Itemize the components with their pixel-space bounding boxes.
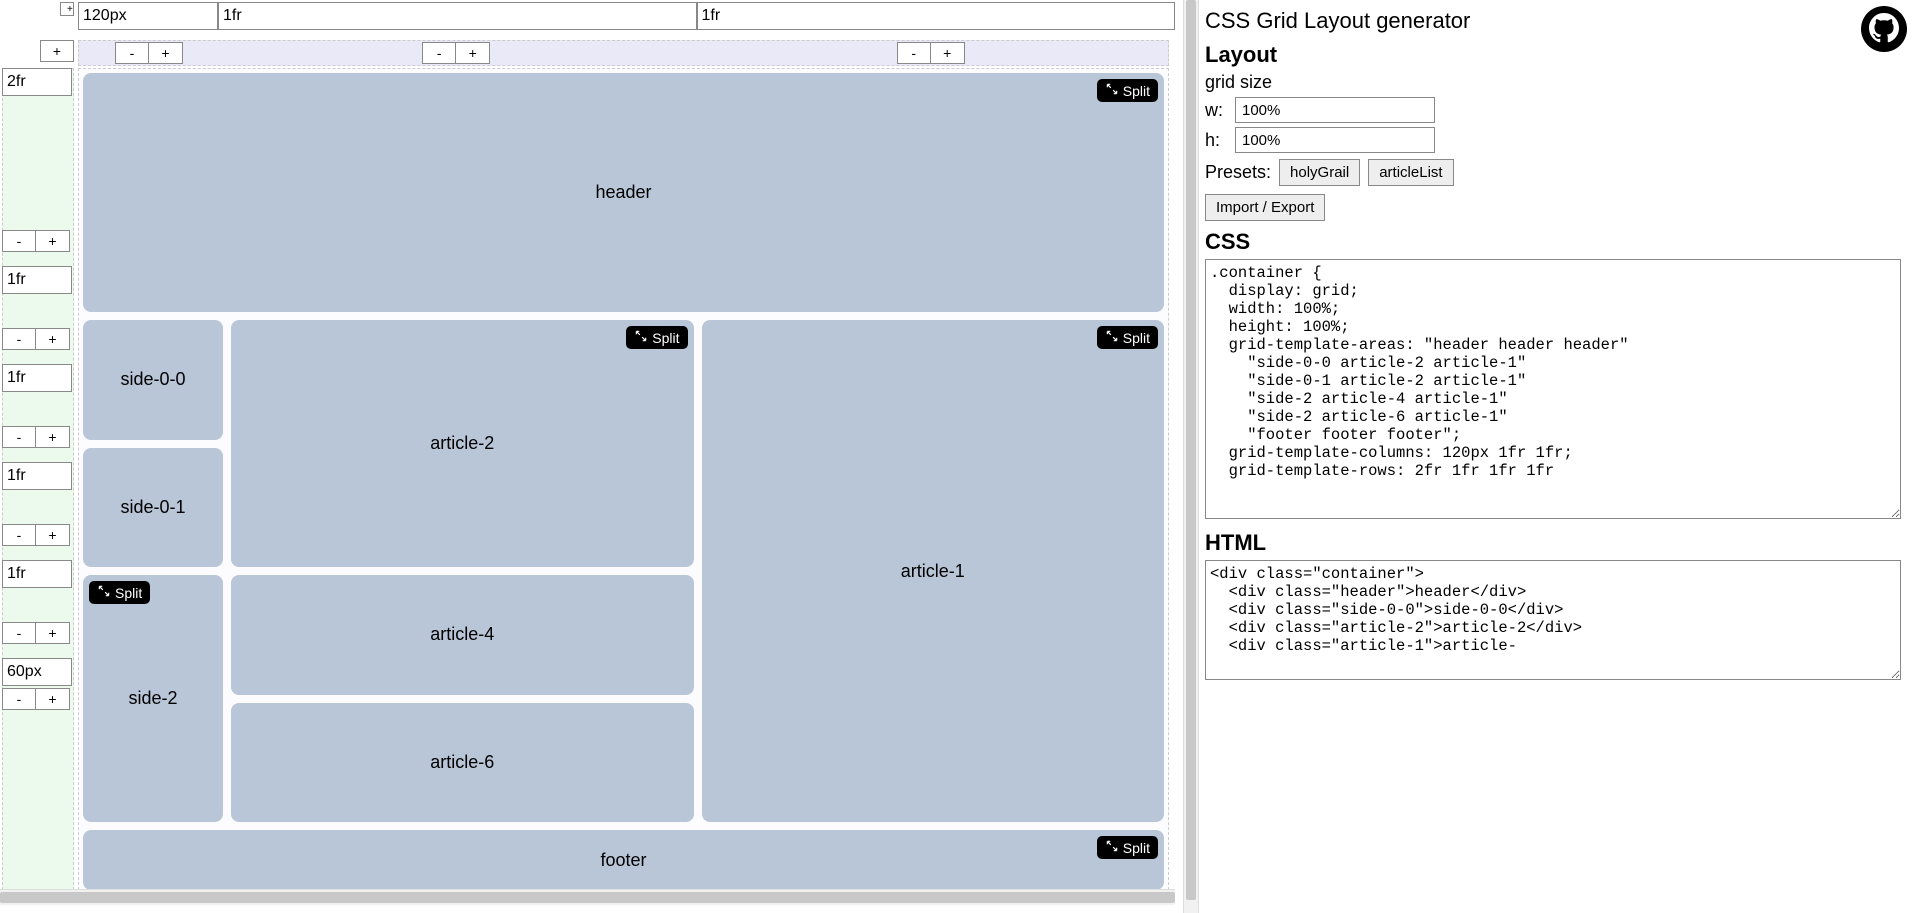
col-1-remove-button[interactable]: -	[422, 42, 456, 64]
row-1-remove-button[interactable]: -	[2, 328, 36, 350]
row-2-remove-button[interactable]: -	[2, 426, 36, 448]
area-side-0-1-label: side-0-1	[120, 497, 185, 518]
side-panel: CSS Grid Layout generator Layout grid si…	[1199, 0, 1913, 913]
split-button-header[interactable]: Split	[1097, 79, 1158, 102]
split-button-article-1[interactable]: Split	[1097, 326, 1158, 349]
area-header[interactable]: header Split	[83, 73, 1164, 312]
col-size-input-0[interactable]	[78, 2, 218, 30]
row-size-input-2[interactable]	[2, 364, 72, 392]
row-size-input-5[interactable]	[2, 658, 72, 686]
column-size-row	[78, 2, 1175, 32]
split-icon	[1105, 82, 1119, 99]
row-size-input-0[interactable]	[2, 68, 72, 96]
split-label: Split	[1123, 83, 1150, 99]
col-0-remove-button[interactable]: -	[115, 42, 149, 64]
col-1-add-button[interactable]: +	[456, 42, 490, 64]
area-article-1-label: article-1	[901, 561, 965, 582]
area-footer[interactable]: footer Split	[83, 830, 1164, 890]
col-0-add-button[interactable]: +	[149, 42, 183, 64]
height-input[interactable]	[1235, 127, 1435, 153]
split-button-article-2[interactable]: Split	[626, 326, 687, 349]
row-5-add-button[interactable]: +	[36, 688, 70, 710]
preset-articlelist-button[interactable]: articleList	[1368, 159, 1453, 186]
width-label: w:	[1205, 100, 1229, 121]
row-4-add-button[interactable]: +	[36, 622, 70, 644]
github-icon	[1869, 13, 1899, 46]
preset-holygrail-button[interactable]: holyGrail	[1279, 159, 1360, 186]
html-output[interactable]	[1205, 560, 1901, 680]
split-label: Split	[1123, 330, 1150, 346]
html-heading: HTML	[1205, 530, 1901, 556]
area-article-6-label: article-6	[430, 752, 494, 773]
split-label: Split	[115, 585, 142, 601]
grid-editor: + - + - + - +	[0, 0, 1183, 913]
presets-label: Presets:	[1205, 162, 1271, 183]
area-side-2-label: side-2	[128, 688, 177, 709]
row-5-remove-button[interactable]: -	[2, 688, 36, 710]
row-3-add-button[interactable]: +	[36, 524, 70, 546]
col-2-remove-button[interactable]: -	[897, 42, 931, 64]
layout-heading: Layout	[1205, 42, 1901, 68]
col-size-input-1[interactable]	[218, 2, 697, 30]
column-pm-row: - + - + - +	[78, 40, 1169, 66]
grid-size-label: grid size	[1205, 72, 1901, 93]
github-link[interactable]	[1861, 6, 1907, 52]
split-button-footer[interactable]: Split	[1097, 836, 1158, 859]
height-label: h:	[1205, 130, 1229, 151]
row-add-top-button[interactable]: +	[40, 40, 74, 62]
area-article-2-label: article-2	[430, 433, 494, 454]
row-1-add-button[interactable]: +	[36, 328, 70, 350]
split-icon	[634, 329, 648, 346]
area-side-0-0[interactable]: side-0-0	[83, 320, 223, 440]
split-icon	[97, 584, 111, 601]
area-article-2[interactable]: article-2 Split	[231, 320, 694, 567]
horizontal-scrollbar[interactable]	[0, 889, 1175, 905]
split-button-side-2[interactable]: Split	[89, 581, 150, 604]
width-input[interactable]	[1235, 97, 1435, 123]
split-label: Split	[1123, 840, 1150, 856]
import-export-button[interactable]: Import / Export	[1205, 194, 1325, 221]
area-article-6[interactable]: article-6	[231, 703, 694, 823]
row-size-input-3[interactable]	[2, 462, 72, 490]
area-header-label: header	[595, 182, 651, 203]
area-article-4-label: article-4	[430, 624, 494, 645]
add-row-col-button[interactable]: +	[60, 2, 74, 16]
split-icon	[1105, 329, 1119, 346]
col-size-input-2[interactable]	[697, 2, 1176, 30]
split-label: Split	[652, 330, 679, 346]
area-footer-label: footer	[600, 850, 646, 871]
row-size-input-1[interactable]	[2, 266, 72, 294]
area-side-2[interactable]: side-2 Split	[83, 575, 223, 822]
area-side-0-0-label: side-0-0	[120, 369, 185, 390]
page-title: CSS Grid Layout generator	[1205, 8, 1901, 34]
row-3-remove-button[interactable]: -	[2, 524, 36, 546]
split-icon	[1105, 839, 1119, 856]
grid-canvas[interactable]: header Split side-0-0 side-0-1 side-2	[78, 68, 1169, 895]
row-0-remove-button[interactable]: -	[2, 230, 36, 252]
vertical-scrollbar[interactable]	[1183, 0, 1199, 913]
area-article-4[interactable]: article-4	[231, 575, 694, 695]
area-side-0-1[interactable]: side-0-1	[83, 448, 223, 568]
col-2-add-button[interactable]: +	[931, 42, 965, 64]
row-2-add-button[interactable]: +	[36, 426, 70, 448]
area-article-1[interactable]: article-1 Split	[702, 320, 1165, 822]
row-0-add-button[interactable]: +	[36, 230, 70, 252]
css-output[interactable]	[1205, 259, 1901, 519]
row-size-input-4[interactable]	[2, 560, 72, 588]
row-4-remove-button[interactable]: -	[2, 622, 36, 644]
css-heading: CSS	[1205, 229, 1901, 255]
